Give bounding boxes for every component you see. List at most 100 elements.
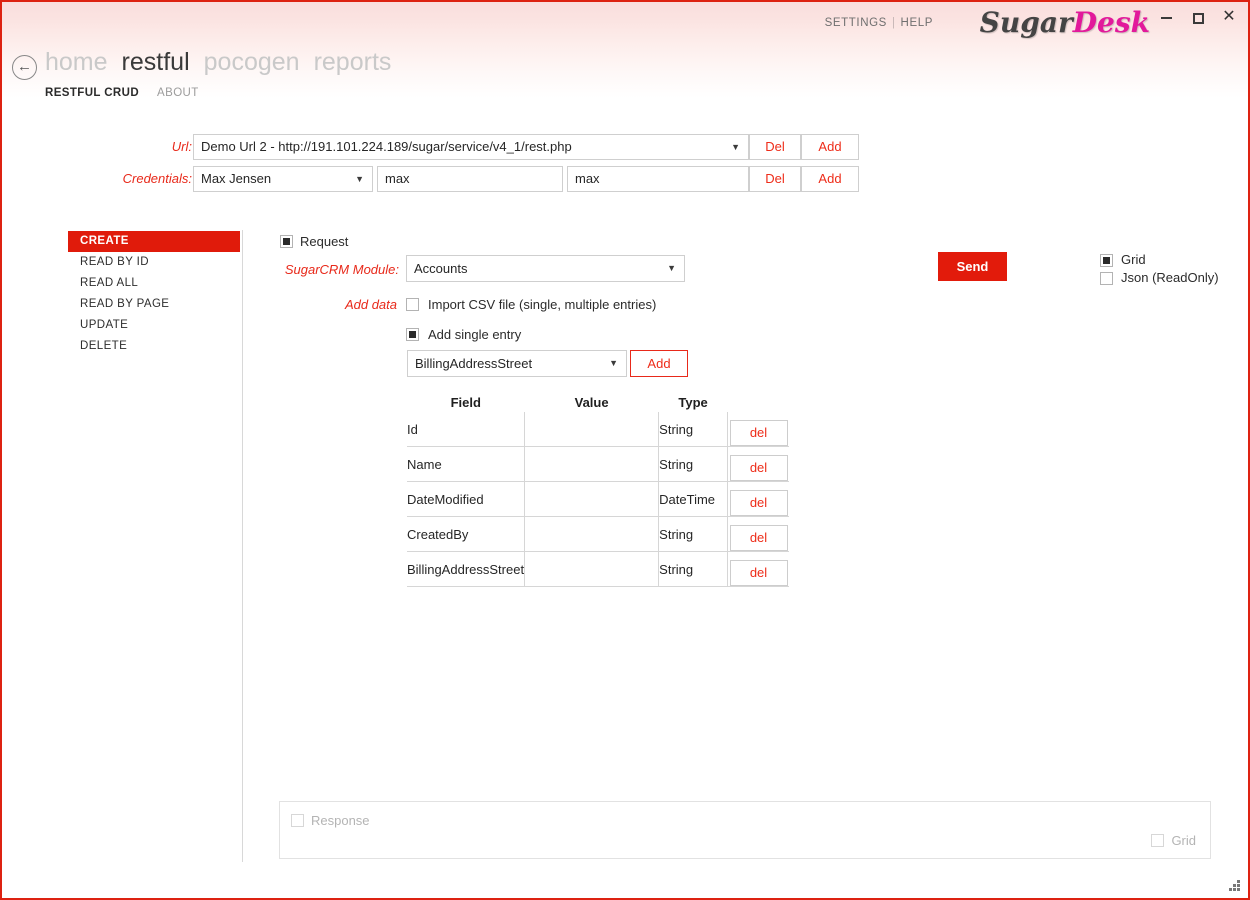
nav-item-reports[interactable]: reports [314,48,392,76]
response-grid-label: Grid [1171,833,1196,849]
output-grid-row: Grid [1100,251,1219,269]
minimize-button[interactable] [1151,4,1181,30]
cell-actions: del [727,412,789,447]
url-add-button[interactable]: Add [801,134,859,160]
sidebar-item-read-all[interactable]: READ ALL [68,273,240,294]
add-field-button[interactable]: Add [630,350,688,377]
table-row: BillingAddressStreet String del [407,551,789,587]
cell-value-input[interactable] [524,551,660,587]
import-csv-label: Import CSV file (single, multiple entrie… [428,297,657,313]
delete-row-button[interactable]: del [729,560,788,586]
delete-row-button[interactable]: del [729,525,788,551]
add-single-entry-label: Add single entry [428,327,522,343]
maximize-button[interactable] [1183,4,1213,30]
sidebar-item-delete[interactable]: DELETE [68,336,240,357]
cell-type: DateTime [658,481,728,517]
add-single-entry-checkbox[interactable] [406,328,419,342]
import-csv-row: Import CSV file (single, multiple entrie… [406,296,656,314]
cell-type: String [658,516,728,552]
send-button[interactable]: Send [938,252,1007,281]
cell-value-input[interactable] [524,516,660,552]
subnav-item-restful-crud[interactable]: RESTFUL CRUD [45,87,139,99]
url-select[interactable]: Demo Url 2 - http://191.101.224.189/suga… [193,134,749,160]
request-checkbox[interactable] [280,235,293,249]
response-toggle-row: Response [291,812,370,830]
back-button[interactable]: ← [12,55,37,80]
cell-value-input[interactable] [524,481,660,517]
credentials-del-button[interactable]: Del [749,166,801,192]
sidebar-item-read-by-id[interactable]: READ BY ID [68,252,240,273]
output-grid-checkbox[interactable] [1100,253,1113,267]
nav-item-home[interactable]: home [45,48,108,76]
response-grid-checkbox[interactable] [1151,834,1165,848]
cell-value-input[interactable] [524,446,660,482]
delete-row-button[interactable]: del [729,455,788,481]
cell-field: Name [407,446,526,482]
credentials-user-select[interactable]: Max Jensen ▼ [193,166,373,192]
cell-actions: del [727,446,789,482]
response-checkbox[interactable] [291,814,304,828]
chevron-down-icon: ▼ [667,263,676,273]
cell-value-input[interactable] [524,412,660,447]
import-csv-checkbox[interactable] [406,298,419,312]
app-logo: SugarDesk [980,6,1150,39]
fields-table: Field Value Type Id String del Name Stri… [407,392,789,587]
cell-type: String [658,551,728,587]
cell-field: DateModified [407,481,526,517]
url-label: Url: [171,139,192,154]
column-header-actions [728,392,790,412]
table-row: DateModified DateTime del [407,481,789,517]
sidebar-item-update[interactable]: UPDATE [68,315,240,336]
url-del-button[interactable]: Del [749,134,801,160]
response-panel: Response Grid [279,801,1211,859]
delete-row-button[interactable]: del [729,420,788,446]
logo-text-sugar: Sugar [979,6,1073,39]
credentials-password-input[interactable]: max [567,166,749,192]
sidebar-item-create[interactable]: CREATE [68,231,240,252]
table-row: Id String del [407,412,789,447]
module-label: SugarCRM Module: [284,262,399,277]
content-divider [242,230,243,862]
table-row: Name String del [407,446,789,482]
column-header-field: Field [450,394,481,410]
field-select-value: BillingAddressStreet [415,356,533,371]
operations-sidebar: CREATE READ BY ID READ ALL READ BY PAGE … [68,231,240,357]
resize-grip-icon[interactable] [1229,880,1241,892]
credentials-login-input[interactable]: max [377,166,563,192]
nav-item-pocogen[interactable]: pocogen [204,48,300,76]
chevron-down-icon: ▼ [609,358,618,368]
add-data-label: Add data [344,297,397,312]
credentials-label: Credentials: [122,171,192,186]
module-select[interactable]: Accounts ▼ [406,255,685,282]
field-select[interactable]: BillingAddressStreet ▼ [407,350,627,377]
main-navigation: home restful pocogen reports [45,48,405,77]
output-json-label: Json (ReadOnly) [1121,270,1219,285]
close-button[interactable]: ✕ [1214,4,1244,30]
url-select-value: Demo Url 2 - http://191.101.224.189/suga… [201,139,572,154]
output-json-checkbox[interactable] [1100,271,1113,285]
chevron-down-icon: ▼ [355,174,364,184]
cell-type: String [658,446,728,482]
cell-actions: del [727,481,789,517]
cell-field: CreatedBy [407,516,526,552]
sidebar-item-read-by-page[interactable]: READ BY PAGE [68,294,240,315]
request-label: Request [300,234,349,250]
cell-field: BillingAddressStreet [407,551,526,587]
response-grid-row: Grid [1151,832,1196,850]
help-link[interactable]: HELP [901,17,933,29]
nav-item-restful[interactable]: restful [122,48,190,76]
application-window: SETTINGS | HELP SugarDesk ✕ ← home restful p… [0,0,1250,900]
credentials-add-button[interactable]: Add [801,166,859,192]
output-json-row: Json (ReadOnly) [1100,269,1219,287]
credentials-user-value: Max Jensen [201,171,272,186]
maximize-icon [1192,12,1204,24]
output-format-options: Grid Json (ReadOnly) [1100,251,1219,287]
subnav-item-about[interactable]: ABOUT [157,87,199,99]
column-header-type: Type [678,394,708,410]
delete-row-button[interactable]: del [729,490,788,516]
cell-actions: del [727,516,789,552]
settings-link[interactable]: SETTINGS [825,17,887,29]
table-header-row: Field Value Type [407,392,789,412]
module-select-value: Accounts [414,261,468,276]
output-grid-label: Grid [1121,252,1146,267]
